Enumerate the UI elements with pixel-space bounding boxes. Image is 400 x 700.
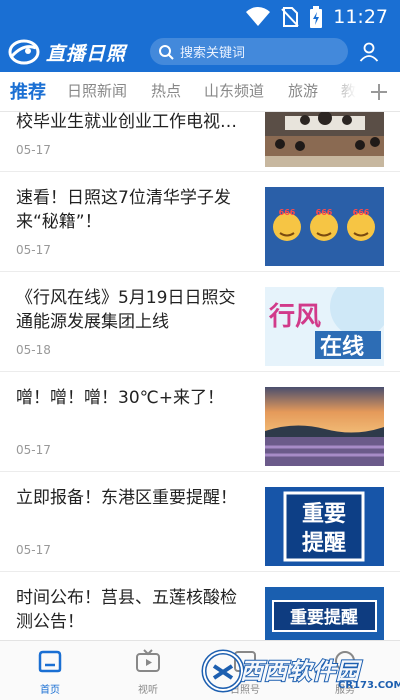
news-title: 立即报备！东港区重要提醒！ <box>16 488 237 508</box>
news-date: 05-17 <box>16 443 51 457</box>
emoji-icon <box>273 213 375 241</box>
thumb-text: 重要 <box>302 502 346 527</box>
news-item[interactable]: 速看！日照这7位清华学子发来“秘籍”！ 05-17 666 666 666 <box>0 172 400 272</box>
news-title: 速看！日照这7位清华学子发来“秘籍”！ <box>16 188 231 232</box>
thumb-text: 重要提醒 <box>290 607 358 628</box>
watermark-url: CR173.COM <box>338 680 400 691</box>
news-item[interactable]: 噌！噌！噌！30℃+来了！ 05-17 <box>0 372 400 472</box>
thumb-text: 行风 <box>268 301 321 332</box>
tab-recommend[interactable]: 推荐 <box>10 78 46 104</box>
tv-icon <box>136 649 160 672</box>
thumb-text: 提醒 <box>302 530 346 556</box>
app-header: 直播日照 搜索关键词 <box>0 34 400 72</box>
search-bar[interactable]: 搜索关键词 <box>150 38 348 65</box>
nav-media[interactable]: 视听 <box>118 649 178 696</box>
category-tabs: 推荐 日照新闻 热点 山东频道 旅游 教 <box>0 72 400 112</box>
user-icon[interactable] <box>357 40 381 64</box>
news-thumbnail <box>265 112 384 167</box>
news-item[interactable]: 《行风在线》5月19日日照交通能源发展集团上线 05-18 行风 在线 <box>0 272 400 372</box>
search-placeholder: 搜索关键词 <box>180 46 246 61</box>
wifi-icon <box>246 7 271 27</box>
news-item[interactable]: 立即报备！东港区重要提醒！ 05-17 重要 提醒 <box>0 472 400 572</box>
status-time: 11:27 <box>333 6 388 28</box>
app-logo[interactable]: 直播日照 <box>8 37 126 67</box>
news-date: 05-18 <box>16 343 51 357</box>
search-icon <box>159 44 174 60</box>
news-thumbnail: 重要 提醒 <box>265 487 384 566</box>
status-bar: 11:27 <box>0 0 400 34</box>
news-feed: 校毕业生就业创业工作电视… 05-17 速看！日照这7位清华学子发来“秘籍”！ … <box>0 112 400 640</box>
badge-666: 666 <box>279 208 296 217</box>
news-title: 《行风在线》5月19日日照交通能源发展集团上线 <box>16 288 236 332</box>
news-title: 校毕业生就业创业工作电视… <box>16 112 237 132</box>
news-thumbnail: 行风 在线 <box>265 287 384 366</box>
watermark: 西西软件园 CR173.COM <box>200 646 400 696</box>
news-title: 噌！噌！噌！30℃+来了！ <box>16 388 224 408</box>
news-date: 05-17 <box>16 243 51 257</box>
tab-rizhao-news[interactable]: 日照新闻 <box>67 80 127 101</box>
no-sim-icon <box>281 7 299 27</box>
news-thumbnail: 666 666 666 <box>265 187 384 266</box>
add-tab-button[interactable] <box>358 72 400 111</box>
news-item[interactable]: 时间公布！莒县、五莲核酸检测公告！ 重要提醒 <box>0 572 400 640</box>
news-title: 时间公布！莒县、五莲核酸检测公告！ <box>16 588 237 632</box>
badge-666: 666 <box>316 208 333 217</box>
logo-mark-icon <box>8 39 40 65</box>
news-item[interactable]: 校毕业生就业创业工作电视… 05-17 <box>0 112 400 172</box>
battery-charging-icon <box>310 6 323 28</box>
tab-shandong[interactable]: 山东频道 <box>204 80 264 101</box>
news-thumbnail <box>265 387 384 466</box>
nav-label: 视听 <box>138 685 158 696</box>
tab-travel[interactable]: 旅游 <box>288 80 318 101</box>
news-thumbnail: 重要提醒 <box>265 587 384 640</box>
plus-icon <box>371 84 387 100</box>
news-date: 05-17 <box>16 543 51 557</box>
news-date: 05-17 <box>16 143 51 157</box>
home-icon <box>38 650 62 673</box>
nav-home[interactable]: 首页 <box>20 649 80 696</box>
thumb-text: 在线 <box>320 334 364 360</box>
logo-text: 直播日照 <box>46 42 127 65</box>
badge-666: 666 <box>353 208 370 217</box>
nav-label: 首页 <box>40 685 60 696</box>
tab-hot[interactable]: 热点 <box>151 80 181 101</box>
